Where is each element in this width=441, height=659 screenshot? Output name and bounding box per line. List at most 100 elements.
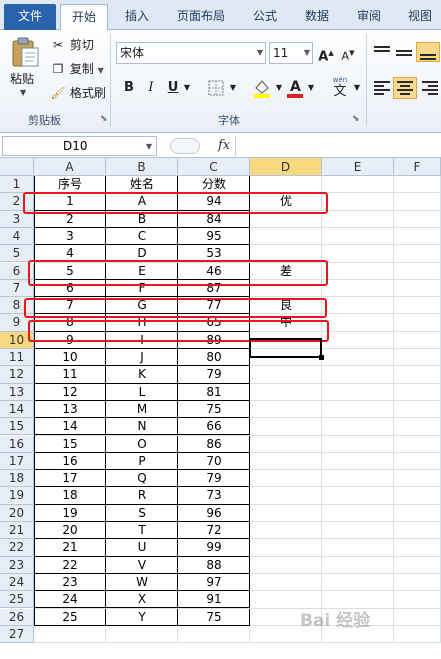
phonetic-dropdown-icon[interactable]: ▼ (352, 78, 362, 98)
font-color-icon[interactable]: A (286, 78, 304, 98)
table-cell[interactable]: 79 (178, 470, 250, 487)
column-header-b[interactable]: B (106, 158, 178, 176)
table-cell[interactable]: 86 (178, 436, 250, 453)
column-header-e[interactable]: E (322, 158, 394, 176)
table-cell[interactable]: 80 (178, 349, 250, 366)
underline-button[interactable]: U (164, 78, 182, 98)
insert-function-icon[interactable]: fx (218, 136, 230, 156)
row-header[interactable]: 16 (0, 435, 34, 453)
table-cell[interactable]: 19 (34, 505, 106, 522)
table-cell[interactable]: 10 (34, 349, 106, 366)
row-header[interactable]: 18 (0, 470, 34, 488)
table-cell[interactable]: X (106, 591, 178, 608)
formula-input[interactable] (240, 136, 440, 156)
fill-color-icon[interactable] (252, 78, 272, 98)
row-header[interactable]: 17 (0, 452, 34, 471)
row-header[interactable]: 12 (0, 366, 34, 384)
expand-handle[interactable] (170, 138, 200, 154)
table-cell[interactable]: L (106, 384, 178, 401)
table-cell[interactable]: J (106, 349, 178, 366)
table-cell[interactable]: 20 (34, 522, 106, 539)
table-cell[interactable]: 12 (34, 384, 106, 401)
column-header-c[interactable]: C (178, 158, 250, 176)
table-cell[interactable]: 24 (34, 591, 106, 608)
borders-dropdown-icon[interactable]: ▼ (228, 78, 238, 98)
table-cell[interactable]: 14 (34, 418, 106, 435)
underline-dropdown-icon[interactable]: ▼ (182, 78, 192, 98)
borders-icon[interactable] (208, 80, 226, 96)
table-cell[interactable]: M (106, 401, 178, 418)
align-middle-icon[interactable] (394, 42, 414, 62)
table-cell[interactable]: R (106, 487, 178, 504)
table-cell[interactable]: 17 (34, 470, 106, 487)
tab-file[interactable]: 文件 (4, 4, 56, 30)
tab-review[interactable]: 审阅 (348, 4, 390, 30)
grow-font-button[interactable]: A▲ (318, 43, 334, 64)
paste-button-label[interactable]: 粘贴 (10, 70, 34, 87)
table-cell[interactable]: 79 (178, 366, 250, 383)
tab-home[interactable]: 开始 (60, 4, 108, 31)
name-box[interactable]: D10 ▼ (2, 136, 157, 156)
row-header[interactable]: 4 (0, 227, 34, 246)
table-cell[interactable]: 25 (34, 609, 106, 626)
align-right-icon[interactable] (420, 78, 440, 98)
table-cell[interactable]: O (106, 436, 178, 453)
row-header[interactable]: 15 (0, 418, 34, 436)
row-header[interactable]: 21 (0, 522, 34, 540)
tab-view[interactable]: 视图 (400, 4, 440, 30)
table-cell[interactable]: 18 (34, 487, 106, 504)
table-cell[interactable]: 95 (178, 228, 250, 245)
align-center-icon[interactable] (393, 77, 417, 99)
row-header[interactable]: 19 (0, 487, 34, 505)
table-cell[interactable]: P (106, 453, 178, 470)
row-header[interactable]: 24 (0, 573, 34, 592)
header-cell[interactable]: 分数 (178, 176, 250, 193)
paste-dropdown-icon[interactable]: ▼ (20, 88, 26, 97)
clipboard-launcher-icon[interactable]: ⬊ (100, 114, 108, 124)
table-cell[interactable]: 88 (178, 557, 250, 574)
row-header[interactable]: 25 (0, 591, 34, 609)
table-cell[interactable]: 70 (178, 453, 250, 470)
row-header[interactable]: 1 (0, 176, 34, 194)
table-cell[interactable]: V (106, 557, 178, 574)
column-header-a[interactable]: A (34, 158, 106, 176)
row-header[interactable]: 11 (0, 349, 34, 367)
column-header-f[interactable]: F (394, 158, 441, 176)
table-cell[interactable]: S (106, 505, 178, 522)
table-cell[interactable]: 96 (178, 505, 250, 522)
align-left-icon[interactable] (372, 78, 392, 98)
row-header[interactable]: 13 (0, 383, 34, 401)
copy-dropdown-icon[interactable]: ▼ (98, 66, 104, 75)
bold-button[interactable]: B (120, 78, 138, 98)
select-all-corner[interactable] (0, 158, 34, 176)
table-cell[interactable]: 81 (178, 384, 250, 401)
table-cell[interactable]: 97 (178, 574, 250, 591)
row-header[interactable]: 22 (0, 539, 34, 557)
table-cell[interactable]: W (106, 574, 178, 591)
font-size-select[interactable]: 11 ▼ (269, 42, 313, 64)
italic-button[interactable]: I (142, 78, 160, 98)
format-painter-button[interactable]: 🖌 格式刷 (50, 84, 105, 102)
table-cell[interactable]: 23 (34, 574, 106, 591)
shrink-font-button[interactable]: A▼ (340, 43, 356, 63)
table-cell[interactable]: 75 (178, 609, 250, 626)
table-cell[interactable]: 11 (34, 366, 106, 383)
table-cell[interactable]: C (106, 228, 178, 245)
table-cell[interactable]: 15 (34, 436, 106, 453)
row-header[interactable]: 20 (0, 504, 34, 522)
tab-page-layout[interactable]: 页面布局 (168, 4, 234, 30)
table-cell[interactable]: 99 (178, 539, 250, 556)
table-cell[interactable]: 72 (178, 522, 250, 539)
row-header[interactable]: 23 (0, 556, 34, 574)
paste-icon[interactable] (10, 36, 40, 68)
row-header[interactable]: 14 (0, 400, 34, 419)
copy-button[interactable]: ❐ 复制 ▼ (50, 60, 104, 78)
align-top-icon[interactable] (372, 42, 392, 62)
row-header[interactable]: 26 (0, 608, 34, 626)
active-cell[interactable] (249, 338, 324, 360)
table-cell[interactable]: 22 (34, 557, 106, 574)
font-name-select[interactable]: 宋体 ▼ (116, 42, 266, 64)
table-cell[interactable]: 16 (34, 453, 106, 470)
table-cell[interactable]: 66 (178, 418, 250, 435)
row-header[interactable]: 27 (0, 625, 34, 644)
